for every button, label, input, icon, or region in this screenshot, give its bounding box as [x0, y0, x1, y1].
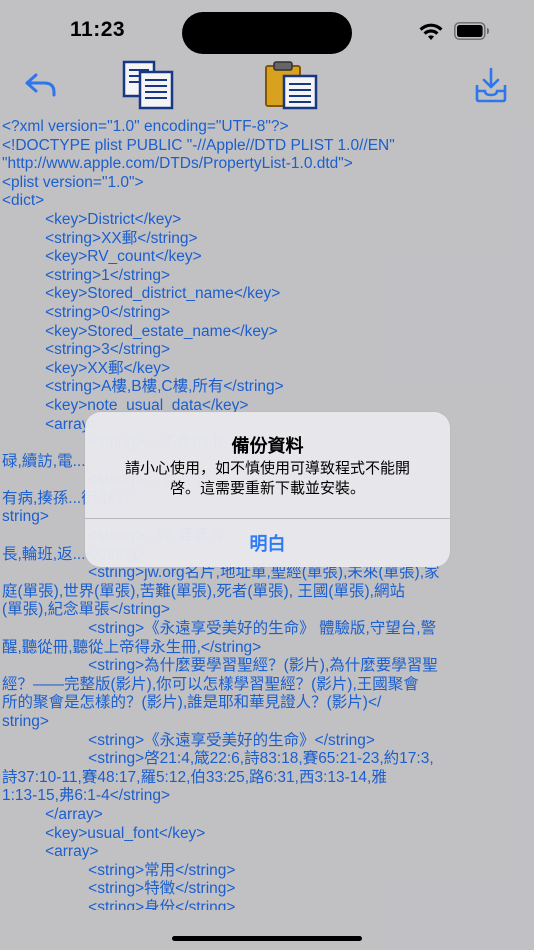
code-line: <string>常用</string>	[2, 861, 236, 879]
code-line: <plist version="1.0">	[2, 173, 144, 191]
code-line: 所的聚會是怎樣的？(影片),誰是耶和華見證人？(影片)</	[2, 694, 382, 712]
toolbar	[0, 60, 534, 112]
code-line: <key>RV_count</key>	[2, 248, 202, 266]
code-line: <string>1</string>	[2, 266, 171, 284]
code-line: <string>A樓,B樓,C樓,所有</string>	[2, 378, 284, 396]
copy-documents-icon	[122, 60, 174, 110]
code-line: 1:13-15,弗6:1-4</string>	[2, 787, 171, 805]
code-line: 庭(單張),世界(單張),苦難(單張),死者(單張), 王國(單張),網站	[2, 582, 405, 600]
code-line: string>	[2, 713, 49, 730]
code-line: 詩37:10-11,賽48:17,羅5:12,伯33:25,路6:31,西3:1…	[2, 768, 387, 786]
code-line: 醒,聽從冊,聽從上帝得永生冊,</string>	[2, 638, 262, 656]
code-line: <string>XX郵</string>	[2, 229, 198, 247]
code-line: <string>《永遠享受美好的生命》 體驗版,守望台,警	[2, 620, 437, 638]
code-line: 經？——完整版(影片),你可以怎樣學習聖經？(影片),王國聚會	[2, 675, 419, 693]
code-line: <key>Stored_estate_name</key>	[2, 322, 278, 340]
code-line: <dict>	[2, 192, 45, 210]
code-line: <key>XX郵</key>	[2, 359, 171, 377]
code-line: <string>為什麼要學習聖經？(影片),為什麼要學習聖	[2, 657, 438, 675]
battery-icon	[454, 22, 489, 40]
code-line: <string>特徵</string>	[2, 880, 236, 898]
code-line: <string>身份</string>	[2, 898, 236, 910]
code-line: <!DOCTYPE plist PUBLIC "-//Apple//DTD PL…	[2, 136, 395, 154]
code-line: <key>District</key>	[2, 210, 182, 228]
code-line: <string>啓21:4,箴22:6,詩83:18,賽65:21-23,約17…	[2, 750, 434, 768]
home-indicator	[172, 936, 362, 941]
code-line: <string>3</string>	[2, 341, 171, 359]
copy-button[interactable]	[116, 60, 182, 110]
status-time: 11:23	[70, 18, 126, 41]
code-line: <key>usual_font</key>	[2, 824, 206, 842]
code-line: <string>jw.org名片,地址單,聖經(單張),未來(單張),家	[2, 564, 440, 582]
code-line: <string>《永遠享受美好的生命》</string>	[2, 731, 375, 749]
code-line: <?xml version="1.0" encoding="UTF-8"?>	[2, 118, 289, 135]
code-line: <key>Stored_district_name</key>	[2, 285, 281, 303]
code-line: (單張),紀念單張</string>	[2, 601, 170, 619]
code-line: </array>	[2, 805, 103, 823]
import-button[interactable]	[468, 60, 514, 110]
status-bar: 11:23	[0, 0, 534, 62]
back-button[interactable]	[18, 60, 62, 110]
alert-title: 備份資料	[231, 436, 304, 456]
paste-button[interactable]	[258, 60, 324, 110]
alert-ok-button[interactable]: 明白	[85, 519, 450, 567]
undo-arrow-icon	[25, 73, 56, 97]
tray-download-icon	[475, 67, 507, 103]
alert-message: 請小心使用，如不慎使用可導致程式不能開啓。這需要重新下載並安裝。	[124, 460, 410, 497]
code-line: <array>	[2, 843, 99, 861]
dynamic-island	[182, 12, 352, 54]
code-line: <string>0</string>	[2, 303, 171, 321]
alert-dialog: 備份資料 請小心使用，如不慎使用可導致程式不能開啓。這需要重新下載並安裝。 明白	[85, 412, 450, 567]
wifi-icon	[419, 23, 443, 40]
code-line: "http://www.apple.com/DTDs/PropertyList-…	[2, 155, 353, 173]
paste-clipboard-icon	[265, 61, 318, 110]
